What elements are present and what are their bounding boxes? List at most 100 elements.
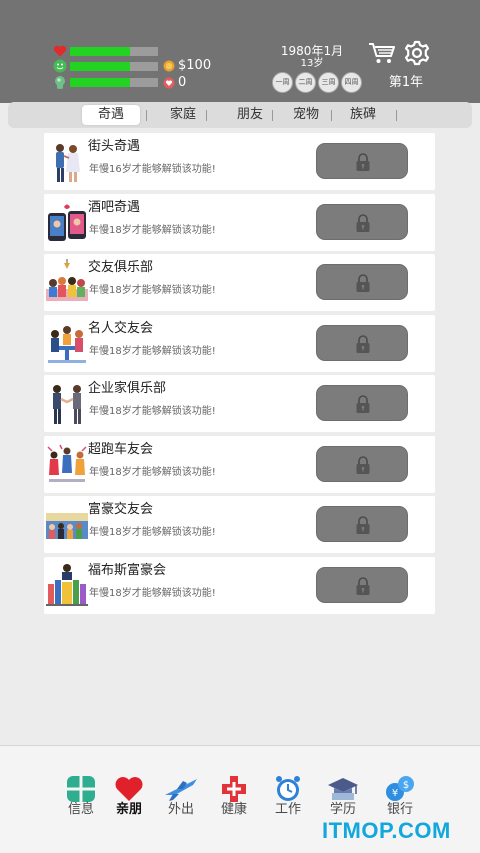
lock-icon — [356, 214, 370, 232]
card-unlock-hint: 年慢18岁才能够解锁该功能! — [89, 285, 216, 296]
week-4-button[interactable]: 四周 — [341, 72, 362, 93]
card-unlock-hint: 年慢18岁才能够解锁该功能! — [89, 225, 216, 236]
tab-pets[interactable]: 宠物 — [281, 105, 331, 125]
nav-label: 银行 — [386, 802, 413, 817]
tab-separator — [396, 110, 397, 121]
card-title: 福布斯富豪会 — [88, 563, 167, 578]
gear-icon[interactable] — [404, 40, 430, 66]
nav-education[interactable]: 学历 — [321, 775, 365, 823]
alarm-clock-icon — [276, 776, 300, 801]
encounter-card-bar[interactable]: 酒吧奇遇 年慢18岁才能够解锁该功能! — [44, 194, 435, 251]
dating-club-illustration — [46, 259, 88, 301]
currency-exchange-icon: $ ¥ — [386, 776, 414, 801]
encounter-card-celebrity-party[interactable]: 名人交友会 年慢18岁才能够解锁该功能! — [44, 315, 435, 372]
celebrity-party-illustration — [48, 326, 86, 363]
card-unlock-hint: 年慢18岁才能够解锁该功能! — [89, 527, 216, 538]
medical-cross-icon — [222, 776, 246, 802]
lock-icon — [356, 577, 370, 595]
top-status-bar: $100 0 1980年1月 13岁 一周 二周 三周 四周 第1年 — [0, 0, 480, 103]
lock-icon — [356, 274, 370, 292]
svg-text:$: $ — [403, 780, 409, 791]
lock-icon — [356, 335, 370, 353]
forbes-club-illustration — [46, 564, 88, 606]
encounter-card-supercar-club[interactable]: 超跑车友会 年慢18岁才能够解锁该功能! — [44, 436, 435, 493]
card-title: 酒吧奇遇 — [88, 200, 141, 215]
heart-icon — [53, 45, 67, 57]
charm-heart-icon — [163, 77, 175, 89]
current-date: 1980年1月 — [280, 44, 344, 58]
bar-chat-illustration — [48, 204, 86, 241]
card-title: 名人交友会 — [88, 321, 154, 336]
nav-outing[interactable]: 外出 — [159, 775, 203, 823]
happiness-bar-fill — [70, 62, 130, 71]
lock-icon — [356, 516, 370, 534]
nav-label: 外出 — [167, 802, 194, 817]
smarts-bar-fill — [70, 78, 130, 87]
charm-value: 0 — [178, 75, 187, 90]
encounter-card-tycoon-party[interactable]: 富豪交友会 年慢18岁才能够解锁该功能! — [44, 496, 435, 553]
nav-label: 学历 — [329, 802, 356, 817]
nav-relatives[interactable]: 亲朋 — [107, 775, 151, 823]
locked-button[interactable] — [316, 385, 408, 421]
tab-family[interactable]: 家庭 — [158, 105, 208, 125]
locked-button[interactable] — [316, 264, 408, 300]
card-unlock-hint: 年慢16岁才能够解锁该功能! — [89, 164, 216, 175]
shopping-cart-icon[interactable] — [368, 41, 396, 65]
smiley-icon — [53, 59, 67, 73]
tab-friends[interactable]: 朋友 — [225, 105, 275, 125]
lock-icon — [356, 395, 370, 413]
tab-separator — [146, 110, 147, 121]
card-unlock-hint: 年慢18岁才能够解锁该功能! — [89, 406, 216, 417]
encounter-card-forbes-club[interactable]: 福布斯富豪会 年慢18岁才能够解锁该功能! — [44, 557, 435, 614]
health-bar-fill — [70, 47, 130, 56]
heart-icon — [115, 777, 143, 801]
tab-separator — [331, 110, 332, 121]
nav-bank[interactable]: $ ¥ 银行 — [378, 775, 422, 823]
locked-button[interactable] — [316, 567, 408, 603]
week-1-button[interactable]: 一周 — [272, 72, 293, 93]
encounter-card-dating-club[interactable]: 交友俱乐部 年慢18岁才能够解锁该功能! — [44, 254, 435, 311]
encounter-card-entrepreneur-club[interactable]: 企业家俱乐部 年慢18岁才能够解锁该功能! — [44, 375, 435, 432]
card-title: 街头奇遇 — [88, 139, 141, 154]
card-unlock-hint: 年慢18岁才能够解锁该功能! — [89, 346, 216, 357]
locked-button[interactable] — [316, 325, 408, 361]
locked-button[interactable] — [316, 446, 408, 482]
tab-clan-monument[interactable]: 族碑 — [338, 105, 388, 125]
tab-separator — [206, 110, 207, 121]
locked-button[interactable] — [316, 506, 408, 542]
locked-button[interactable] — [316, 143, 408, 179]
health-bar — [70, 47, 158, 56]
nav-label: 工作 — [274, 802, 301, 817]
tab-separator — [272, 110, 273, 121]
card-title: 企业家俱乐部 — [88, 381, 167, 396]
week-3-button[interactable]: 三周 — [318, 72, 339, 93]
handshake-illustration — [53, 385, 81, 424]
nav-label: 亲朋 — [115, 802, 142, 817]
week-2-button[interactable]: 二周 — [295, 72, 316, 93]
nav-work[interactable]: 工作 — [266, 775, 310, 823]
card-title: 交友俱乐部 — [88, 260, 154, 275]
watermark-text: ITMOP.COM — [322, 818, 451, 843]
airplane-icon — [165, 779, 197, 801]
category-tab-bar: 奇遇 家庭 朋友 宠物 族碑 — [8, 102, 472, 128]
nav-health[interactable]: 健康 — [212, 775, 256, 823]
money-value: $100 — [178, 58, 212, 73]
card-unlock-hint: 年慢18岁才能够解锁该功能! — [89, 467, 216, 478]
card-title: 超跑车友会 — [88, 442, 154, 457]
info-grid-icon — [67, 776, 95, 802]
year-label: 第1年 — [388, 75, 424, 90]
happiness-bar — [70, 62, 158, 71]
locked-button[interactable] — [316, 204, 408, 240]
lock-icon — [356, 456, 370, 474]
card-title: 富豪交友会 — [88, 502, 154, 517]
coin-icon — [163, 60, 175, 72]
tycoon-party-illustration — [46, 513, 88, 539]
nav-label: 健康 — [220, 802, 247, 817]
brain-head-icon — [55, 76, 65, 89]
svg-text:¥: ¥ — [392, 788, 398, 799]
smarts-bar — [70, 78, 158, 87]
encounter-card-street[interactable]: 街头奇遇 年慢16岁才能够解锁该功能! — [44, 133, 435, 190]
tab-encounter[interactable]: 奇遇 — [82, 105, 140, 125]
graduation-cap-icon — [328, 778, 358, 800]
nav-info[interactable]: 信息 — [59, 775, 103, 823]
